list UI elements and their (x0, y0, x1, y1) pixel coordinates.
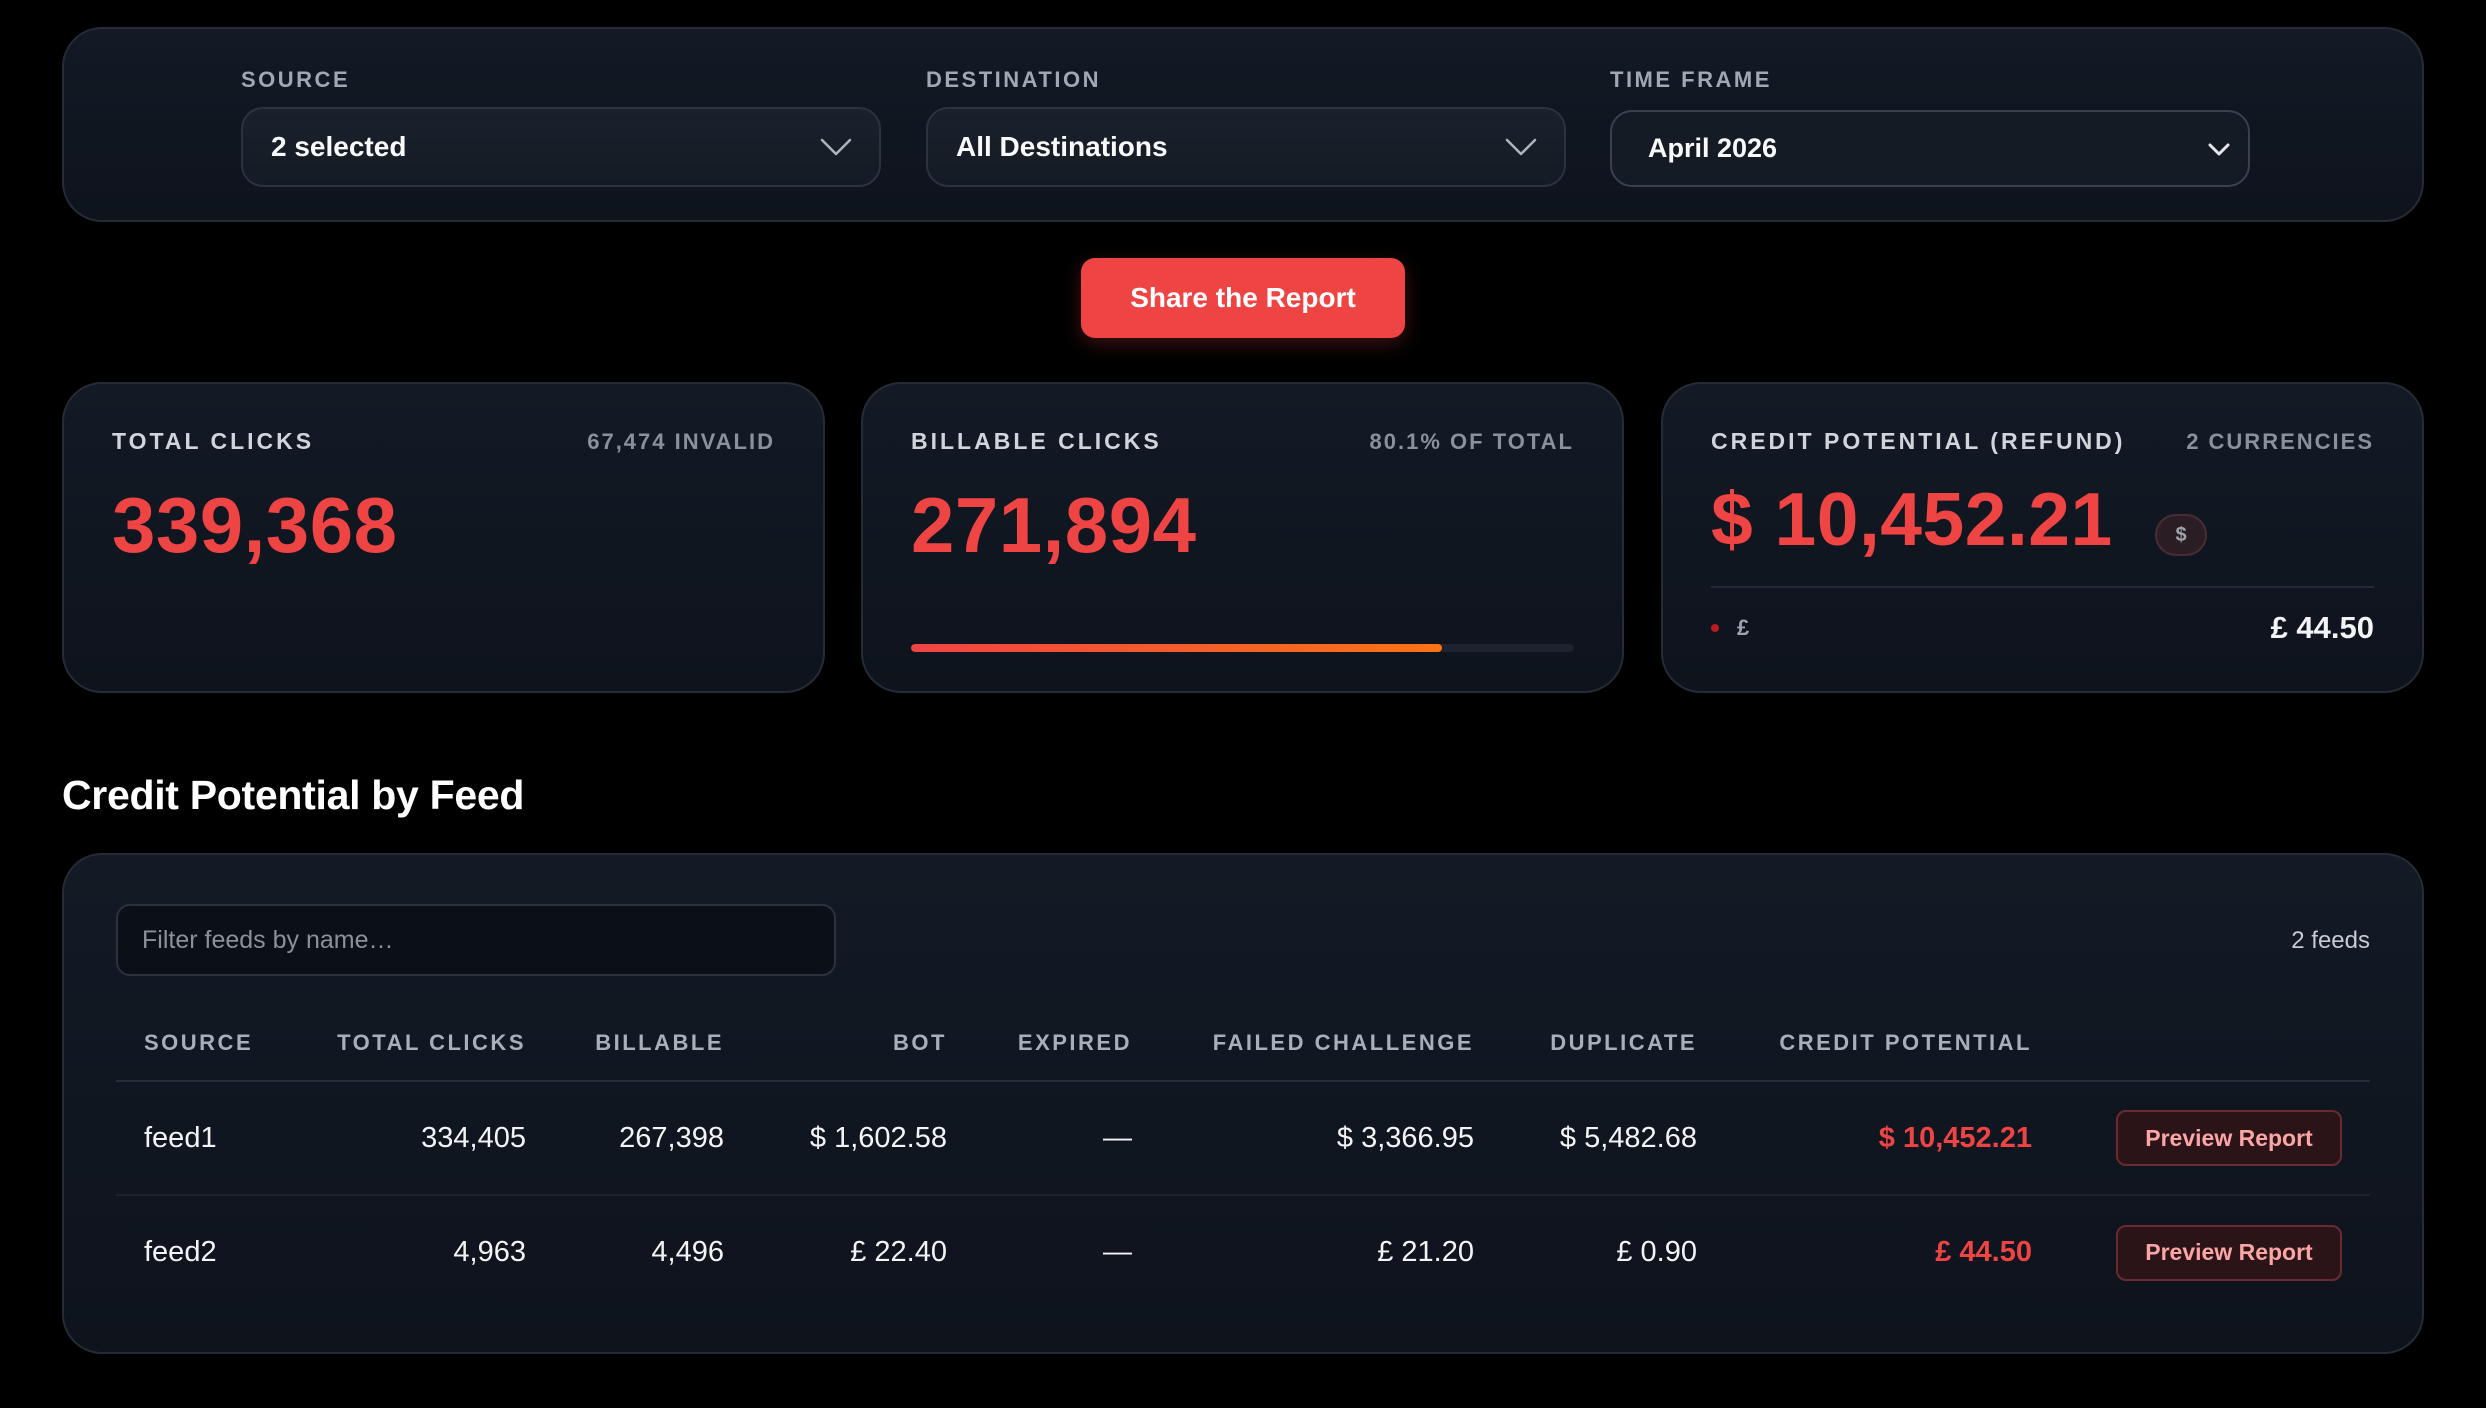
column-header-billable[interactable]: BILLABLE (526, 1005, 724, 1082)
chevron-down-icon (1505, 138, 1537, 156)
feed-table: SOURCE TOTAL CLICKS BILLABLE BOT EXPIRED… (116, 1005, 2370, 1309)
column-header-source[interactable]: SOURCE (116, 1005, 296, 1082)
chevron-down-icon (820, 138, 852, 156)
dollar-currency-badge: $ (2155, 514, 2207, 556)
column-header-failed-challenge[interactable]: FAILED CHALLENGE (1132, 1005, 1474, 1082)
time-frame-filter: TIME FRAME April 2026 (1610, 67, 2250, 187)
credit-potential-card: CREDIT POTENTIAL (REFUND) 2 CURRENCIES $… (1661, 382, 2424, 693)
time-frame-filter-label: TIME FRAME (1610, 67, 1772, 92)
destination-filter-label: DESTINATION (926, 67, 1101, 92)
billable-clicks-value: 271,894 (911, 481, 1197, 569)
destination-select[interactable]: All Destinations (926, 107, 1566, 187)
table-row: feed2 4,963 4,496 £ 22.40 — £ 21.20 £ 0.… (116, 1195, 2370, 1309)
destination-filter: DESTINATION All Destinations (926, 67, 1566, 187)
time-frame-select[interactable]: April 2026 (1610, 110, 2250, 187)
row-failed-challenge: $ 3,366.95 (1132, 1081, 1474, 1196)
preview-report-button[interactable]: Preview Report (2116, 1224, 2342, 1281)
row-source: feed1 (116, 1081, 296, 1196)
billable-progress-fill (911, 644, 1443, 652)
column-header-expired[interactable]: EXPIRED (947, 1005, 1132, 1082)
row-duplicate: £ 0.90 (1616, 1236, 1697, 1268)
section-title: Credit Potential by Feed (62, 772, 525, 818)
row-failed-challenge: £ 21.20 (1377, 1236, 1474, 1268)
filter-bar: SOURCE 2 selected DESTINATION All Destin… (62, 27, 2424, 222)
secondary-currency-value: £ 44.50 (2270, 610, 2374, 645)
table-header-row: SOURCE TOTAL CLICKS BILLABLE BOT EXPIRED… (116, 1005, 2370, 1082)
row-billable: 267,398 (526, 1081, 724, 1196)
column-header-total-clicks[interactable]: TOTAL CLICKS (296, 1005, 526, 1082)
column-header-bot[interactable]: BOT (724, 1005, 947, 1082)
destination-select-value: All Destinations (956, 131, 1168, 162)
row-bot: $ 1,602.58 (724, 1081, 947, 1196)
chevron-down-icon (2208, 143, 2230, 155)
billable-clicks-card: BILLABLE CLICKS 80.1% OF TOTAL 271,894 (861, 382, 1624, 693)
row-credit-potential: $ 10,452.21 (1697, 1081, 2032, 1196)
bullet-dot-icon (1711, 624, 1719, 632)
column-header-actions (2032, 1005, 2370, 1082)
currency-count: 2 CURRENCIES (2186, 428, 2374, 454)
row-expired: — (1103, 1236, 1132, 1268)
feed-filter-input[interactable] (116, 904, 836, 976)
secondary-currency-symbol: £ (1737, 615, 1750, 640)
feed-table-panel: 2 feeds SOURCE TOTAL CLICKS BILLABLE BOT… (62, 853, 2424, 1354)
source-filter: SOURCE 2 selected (241, 67, 881, 187)
row-total-clicks: 4,963 (453, 1236, 526, 1268)
source-filter-label: SOURCE (241, 67, 351, 92)
total-clicks-title: TOTAL CLICKS (112, 428, 315, 454)
share-report-button[interactable]: Share the Report (1081, 258, 1405, 338)
total-clicks-value: 339,368 (112, 481, 398, 569)
billable-percent: 80.1% OF TOTAL (1369, 428, 1574, 454)
credit-potential-value: $ 10,452.21 (1711, 477, 2113, 561)
row-billable: 4,496 (651, 1236, 724, 1268)
source-select-value: 2 selected (271, 131, 407, 162)
row-total-clicks: 334,405 (296, 1081, 526, 1196)
credit-potential-title: CREDIT POTENTIAL (REFUND) (1711, 428, 2126, 454)
invalid-clicks-count: 67,474 INVALID (587, 428, 775, 454)
row-credit-potential: £ 44.50 (1935, 1236, 2032, 1268)
billable-clicks-title: BILLABLE CLICKS (911, 428, 1162, 454)
row-duplicate: $ 5,482.68 (1474, 1081, 1697, 1196)
source-select[interactable]: 2 selected (241, 107, 881, 187)
time-frame-select-value: April 2026 (1648, 133, 1778, 163)
row-expired: — (947, 1081, 1132, 1196)
feed-count: 2 feeds (2291, 927, 2370, 954)
column-header-credit-potential[interactable]: CREDIT POTENTIAL (1697, 1005, 2032, 1082)
column-header-duplicate[interactable]: DUPLICATE (1474, 1005, 1697, 1082)
card-divider (1711, 586, 2374, 588)
row-source: feed2 (144, 1236, 217, 1268)
billable-progress-bar (911, 644, 1574, 652)
secondary-currency-row: £ £ 44.50 (1711, 610, 2374, 646)
preview-report-button[interactable]: Preview Report (2116, 1110, 2342, 1166)
total-clicks-card: TOTAL CLICKS 67,474 INVALID 339,368 (62, 382, 825, 693)
table-row: feed1 334,405 267,398 $ 1,602.58 — $ 3,3… (116, 1081, 2370, 1196)
row-bot: £ 22.40 (850, 1236, 947, 1268)
